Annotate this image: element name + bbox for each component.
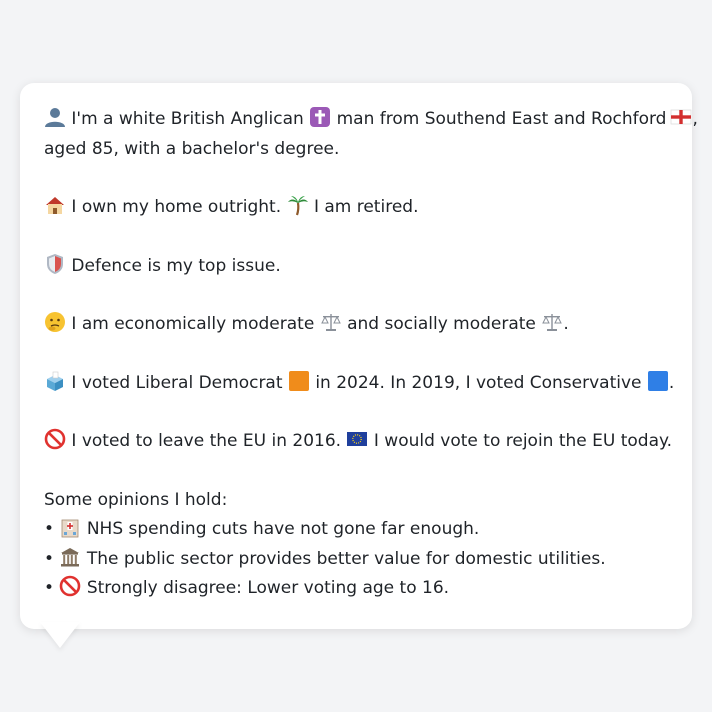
orange-square-icon [288,370,309,391]
employment-text: I am retired. [313,197,419,217]
home-ownership-text: I own my home outright. [71,197,282,217]
ideology-paragraph: I am economically moderate and socially … [44,310,668,340]
vote-2024-text: I voted Liberal Democrat [71,372,283,393]
bubble-tail [40,622,80,648]
bullet: • [44,548,55,569]
opinion-item: • The public sector provides better valu… [44,545,668,575]
economic-text: I am economically moderate [71,314,315,334]
vote-2019-text: in 2024. In 2019, I voted Conservative [315,372,642,393]
identity-paragraph: I'm a white British Anglican man from So… [44,105,698,164]
opinion-text: The public sector provides better value … [86,548,606,569]
period-text: . [668,372,675,393]
opinions-heading: Some opinions I hold: [44,489,228,510]
location-text: man from Southend East and Rochford [336,109,667,129]
social-text: and socially moderate [347,314,536,334]
eu-rejoin-text: I would vote to rejoin the EU today. [373,431,673,451]
opinion-item: • NHS spending cuts have not gone far en… [44,515,668,545]
person-silhouette-icon [45,108,65,127]
opinions-section: Some opinions I hold: • NHS spending cut… [44,486,668,604]
ballot-box-icon [47,371,63,391]
comma-text: , [692,109,698,129]
eu-paragraph: I voted to leave the EU in 2016. I would… [44,427,672,457]
classical-building-icon [61,547,80,566]
balance-scale-icon [542,314,563,331]
opinion-text: Strongly disagree: Lower voting age to 1… [86,578,450,598]
issue-paragraph: Defence is my top issue. [44,252,668,282]
palm-tree-icon [287,196,308,216]
opinion-text: NHS spending cuts have not gone far enou… [86,519,480,539]
bullet: • [44,578,55,598]
identity-text: I'm a white British Anglican [71,109,304,129]
period-text: . [563,314,569,334]
bullet: • [44,519,55,539]
balance-scale-icon [320,314,341,331]
house-icon [46,197,64,214]
opinion-item: • Strongly disagree: Lower voting age to… [44,574,668,604]
shield-icon [47,253,63,274]
latin-cross-icon [310,107,331,127]
voting-paragraph: I voted Liberal Democrat in 2024. In 201… [44,369,674,399]
thinking-face-icon [45,312,65,332]
eu-flag-icon [347,432,368,446]
age-education-text: aged 85, with a bachelor's degree. [44,138,340,159]
hospital-icon [62,519,79,538]
top-issue-text: Defence is my top issue. [71,255,281,276]
home-paragraph: I own my home outright. I am retired. [44,193,668,223]
prohibited-icon [60,575,81,597]
eu-referendum-text: I voted to leave the EU in 2016. [71,431,342,451]
england-flag-icon [671,109,692,125]
prohibited-icon [44,428,66,450]
blue-square-icon [647,370,668,391]
persona-chat-bubble: I'm a white British Anglican man from So… [20,83,698,629]
